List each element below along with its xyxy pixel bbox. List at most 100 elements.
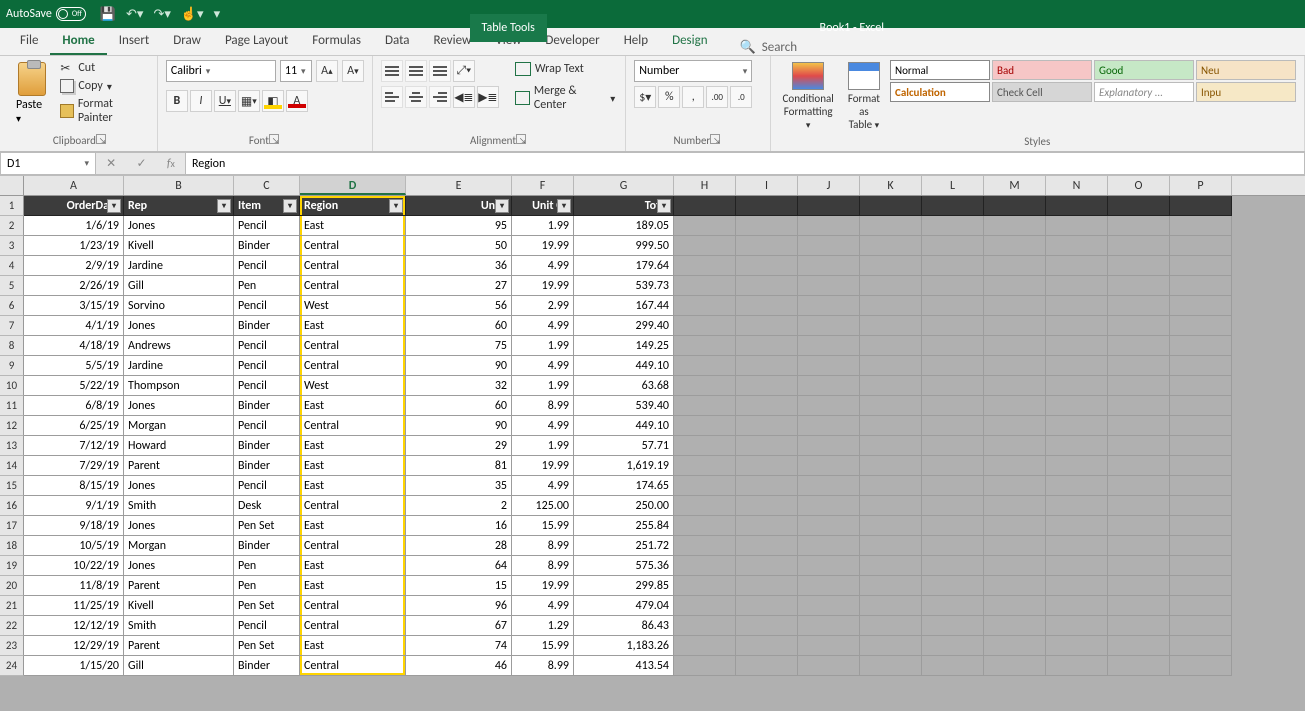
cell[interactable]: 56	[406, 296, 512, 316]
cell[interactable]: Binder	[234, 436, 300, 456]
qat-customize-icon[interactable]: ▾	[214, 7, 221, 22]
cell[interactable]	[922, 496, 984, 516]
cell[interactable]	[1046, 296, 1108, 316]
cell[interactable]: 67	[406, 616, 512, 636]
cell[interactable]	[798, 316, 860, 336]
cell[interactable]	[984, 336, 1046, 356]
cell[interactable]: 46	[406, 656, 512, 676]
cell[interactable]	[1170, 376, 1232, 396]
row-header[interactable]: 22	[0, 616, 24, 636]
cell[interactable]	[860, 476, 922, 496]
row-header[interactable]: 21	[0, 596, 24, 616]
cell[interactable]	[1046, 276, 1108, 296]
cell[interactable]: 29	[406, 436, 512, 456]
cell[interactable]	[922, 456, 984, 476]
cell[interactable]	[1108, 556, 1170, 576]
style-calculation[interactable]: Calculation	[890, 82, 990, 102]
cell[interactable]	[984, 556, 1046, 576]
cell[interactable]	[798, 356, 860, 376]
cell[interactable]: Jones	[124, 396, 234, 416]
align-bottom-button[interactable]	[429, 60, 451, 82]
cell[interactable]: 7/12/19	[24, 436, 124, 456]
cell[interactable]: 250.00	[574, 496, 674, 516]
cell[interactable]: 6/8/19	[24, 396, 124, 416]
table-header-cell[interactable]: Unit Co▾	[512, 196, 574, 216]
cell[interactable]: 35	[406, 476, 512, 496]
number-format-combo[interactable]: Number▾	[634, 60, 752, 82]
row-header[interactable]: 12	[0, 416, 24, 436]
col-header-j[interactable]: J	[798, 176, 860, 195]
cell[interactable]	[798, 416, 860, 436]
row-header[interactable]: 13	[0, 436, 24, 456]
cell[interactable]	[860, 436, 922, 456]
cell[interactable]	[1046, 616, 1108, 636]
cell[interactable]	[860, 516, 922, 536]
cell[interactable]	[860, 576, 922, 596]
cell[interactable]	[922, 656, 984, 676]
borders-button[interactable]: ▦▾	[238, 90, 260, 112]
cell[interactable]: Pen Set	[234, 596, 300, 616]
cell[interactable]	[984, 516, 1046, 536]
cell[interactable]: 575.36	[574, 556, 674, 576]
cell[interactable]	[674, 616, 736, 636]
cell[interactable]: Central	[300, 336, 406, 356]
cell[interactable]	[1170, 296, 1232, 316]
cell[interactable]: Central	[300, 496, 406, 516]
cell[interactable]	[984, 576, 1046, 596]
cell[interactable]: 449.10	[574, 356, 674, 376]
cell[interactable]: 19.99	[512, 236, 574, 256]
cell[interactable]: Pen	[234, 276, 300, 296]
cell[interactable]	[922, 376, 984, 396]
cell[interactable]: Pen	[234, 556, 300, 576]
cell[interactable]	[1170, 336, 1232, 356]
cell[interactable]	[736, 536, 798, 556]
cell[interactable]	[674, 296, 736, 316]
tab-insert[interactable]: Insert	[107, 27, 162, 55]
cell[interactable]	[922, 436, 984, 456]
cell[interactable]	[1046, 376, 1108, 396]
table-header-cell[interactable]: Region▾	[300, 196, 406, 216]
col-header-g[interactable]: G	[574, 176, 674, 195]
cell[interactable]	[674, 276, 736, 296]
format-painter-button[interactable]: Format Painter	[58, 96, 148, 126]
cell[interactable]	[798, 216, 860, 236]
cell[interactable]	[674, 256, 736, 276]
cell[interactable]	[1046, 596, 1108, 616]
cell[interactable]: Pencil	[234, 296, 300, 316]
align-right-button[interactable]	[429, 86, 451, 108]
cell[interactable]	[1108, 396, 1170, 416]
cell[interactable]: Jones	[124, 516, 234, 536]
cell[interactable]	[860, 216, 922, 236]
toggle-off-icon[interactable]: Off	[56, 7, 86, 21]
cell[interactable]: Pencil	[234, 476, 300, 496]
tab-page-layout[interactable]: Page Layout	[213, 27, 300, 55]
cell[interactable]	[1170, 516, 1232, 536]
cell[interactable]	[1170, 276, 1232, 296]
cell[interactable]	[984, 496, 1046, 516]
cell[interactable]	[922, 416, 984, 436]
cell[interactable]	[860, 196, 922, 216]
cell[interactable]	[674, 416, 736, 436]
filter-dropdown-icon[interactable]: ▾	[283, 199, 297, 213]
cell[interactable]	[984, 436, 1046, 456]
cell[interactable]: 299.40	[574, 316, 674, 336]
cell[interactable]	[1170, 536, 1232, 556]
cell[interactable]	[1108, 596, 1170, 616]
cell[interactable]	[798, 576, 860, 596]
cell[interactable]: Kivell	[124, 236, 234, 256]
style-explanatory[interactable]: Explanatory ...	[1094, 82, 1194, 102]
cell[interactable]: 999.50	[574, 236, 674, 256]
cell[interactable]: Thompson	[124, 376, 234, 396]
cell[interactable]	[1108, 416, 1170, 436]
cell[interactable]: Gill	[124, 276, 234, 296]
cell[interactable]: Binder	[234, 396, 300, 416]
autosave-toggle[interactable]: AutoSave Off	[6, 7, 86, 21]
cell[interactable]	[1170, 496, 1232, 516]
cell[interactable]	[1108, 276, 1170, 296]
cell[interactable]	[674, 476, 736, 496]
cell[interactable]	[674, 456, 736, 476]
cell[interactable]	[798, 376, 860, 396]
cell[interactable]: East	[300, 556, 406, 576]
cell[interactable]	[922, 296, 984, 316]
col-header-f[interactable]: F	[512, 176, 574, 195]
